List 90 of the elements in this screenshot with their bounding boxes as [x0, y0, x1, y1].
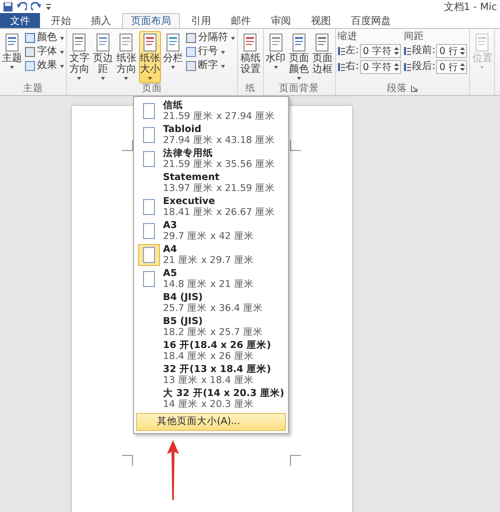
ribbon-button[interactable]: 纸张大小	[138, 31, 161, 83]
square-icon	[25, 33, 35, 43]
field-label: 段前:	[412, 45, 436, 57]
menu-item[interactable]: A4 21 厘米 x 29.7 厘米	[136, 243, 286, 267]
page-icon	[70, 33, 88, 53]
page-icon	[266, 33, 284, 53]
spinner-icon	[460, 62, 466, 72]
square-icon	[186, 33, 196, 43]
ribbon-button[interactable]: 稿纸设置	[239, 31, 262, 78]
ribbon-button[interactable]: 颜色	[24, 32, 65, 44]
field-label: 左:	[346, 45, 359, 57]
page-icon	[164, 33, 182, 53]
menu-item[interactable]: 其他页面大小(A)...	[136, 413, 286, 431]
square-icon	[25, 47, 35, 57]
ribbon-button[interactable]: 效果	[24, 60, 65, 72]
ribbon-button[interactable]: 水印	[264, 31, 286, 72]
menu-item[interactable]: 信纸 21.59 厘米 x 27.94 厘米	[136, 99, 286, 123]
corner-mark	[290, 455, 301, 466]
field-label: 右:	[346, 61, 359, 73]
ribbon-tab[interactable]: 审阅	[262, 13, 300, 28]
ribbon-tab[interactable]: 邮件	[222, 13, 260, 28]
spin-field[interactable]: 0 行	[436, 60, 468, 74]
arrow	[166, 440, 180, 500]
menu-item[interactable]: A5 14.8 厘米 x 21 厘米	[136, 267, 286, 291]
spinner-icon	[394, 62, 399, 72]
spin-field[interactable]: 0 字符	[360, 60, 401, 74]
spin-field[interactable]: 0 字符	[360, 44, 401, 58]
menu-item[interactable]: 16 开(18.4 x 26 厘米) 18.4 厘米 x 26 厘米	[136, 339, 286, 363]
page-icon	[241, 33, 260, 53]
menu-item[interactable]: 32 开(13 x 18.4 厘米) 13 厘米 x 18.4 厘米	[136, 363, 286, 387]
menu-item[interactable]: Statement 13.97 厘米 x 21.59 厘米	[136, 171, 286, 195]
customize-icon[interactable]	[45, 2, 52, 12]
ribbon-button[interactable]: 页面颜色	[288, 31, 310, 83]
corner-mark	[122, 140, 133, 151]
ribbon-button[interactable]: 断字	[185, 60, 236, 72]
section-label: 缩进	[338, 31, 358, 42]
launcher-icon[interactable]	[410, 85, 418, 92]
menu-item[interactable]: A3 29.7 厘米 x 42 厘米	[136, 219, 286, 243]
menu-item[interactable]: B4 (JIS) 25.7 厘米 x 36.4 厘米	[136, 291, 286, 315]
page-icon	[117, 33, 136, 53]
ribbon-button[interactable]: 文字方向	[68, 31, 90, 83]
ribbon-button[interactable]: 分栏	[162, 31, 184, 72]
page-icon	[313, 33, 332, 53]
redo-icon[interactable]	[31, 2, 41, 12]
save-icon[interactable]	[3, 2, 13, 12]
square-icon	[25, 61, 35, 71]
square-icon	[186, 47, 196, 57]
spacing-icon	[338, 46, 344, 56]
spinner-icon	[394, 46, 399, 56]
group-label: 段落	[386, 83, 407, 94]
ribbon-button[interactable]: 字体	[24, 46, 65, 58]
ribbon-tab[interactable]: 百度网盘	[342, 13, 400, 28]
menu-item[interactable]: 大 32 开(14 x 20.3 厘米) 14 厘米 x 20.3 厘米	[136, 387, 286, 411]
corner-mark	[290, 140, 301, 151]
spacing-icon	[338, 62, 344, 72]
spin-field[interactable]: 0 行	[436, 44, 468, 58]
spacing-icon	[404, 46, 411, 56]
ribbon-button[interactable]: 页边距	[92, 31, 114, 83]
ribbon-tab[interactable]: 页面布局	[122, 13, 180, 28]
page-icon	[94, 33, 112, 53]
file-tab[interactable]: 文件	[0, 13, 40, 28]
ribbon-tab[interactable]: 开始	[42, 13, 80, 28]
window-title: 文档1 - Mic	[444, 0, 497, 14]
group-label: 页面背景	[279, 83, 319, 94]
menu-item[interactable]: Tabloid 27.94 厘米 x 43.18 厘米	[136, 123, 286, 147]
menu-item[interactable]: 法律专用纸 21.59 厘米 x 35.56 厘米	[136, 147, 286, 171]
ribbon-button[interactable]: 行号	[185, 46, 236, 58]
ribbon-button[interactable]: 纸张方向	[115, 31, 138, 83]
page-icon	[290, 33, 308, 53]
undo-icon[interactable]	[17, 2, 27, 12]
ribbon-tab[interactable]: 引用	[182, 13, 220, 28]
ribbon-tab[interactable]: 插入	[82, 13, 120, 28]
page-icon	[140, 33, 159, 53]
ribbon-button[interactable]: 分隔符	[185, 32, 236, 44]
ribbon-button[interactable]: 页面边框	[311, 31, 334, 78]
group-label: 纸	[245, 83, 256, 94]
group-label: 页面	[142, 83, 162, 94]
spacing-icon	[404, 62, 411, 72]
ribbon-button[interactable]: 主题	[1, 31, 23, 72]
group-label: 主题	[23, 83, 43, 94]
menu-item[interactable]: B5 (JIS) 18.2 厘米 x 25.7 厘米	[136, 315, 286, 339]
square-icon	[186, 61, 196, 71]
spinner-icon	[460, 46, 466, 56]
ribbon-tab[interactable]: 视图	[302, 13, 340, 28]
page-icon	[3, 33, 21, 53]
field-label: 段后:	[412, 61, 436, 73]
menu-item[interactable]: Executive 18.41 厘米 x 26.67 厘米	[136, 195, 286, 219]
page-icon	[473, 33, 492, 53]
corner-mark	[122, 455, 133, 466]
section-label: 间距	[404, 31, 425, 42]
